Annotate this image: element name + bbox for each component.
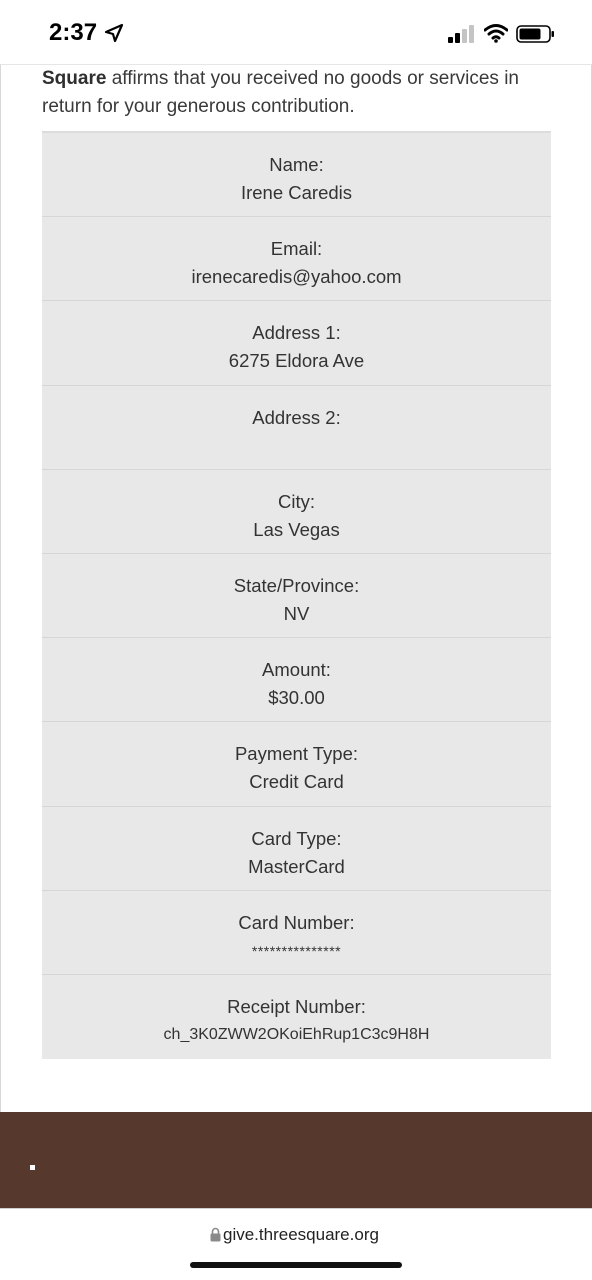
- payment-type-value: Credit Card: [249, 771, 344, 793]
- card-type-label: Card Type:: [251, 827, 342, 849]
- card-type-value: MasterCard: [248, 855, 345, 877]
- intro-brand: Square: [42, 68, 107, 89]
- receipt-row-card-number: Card Number: ***************: [42, 891, 551, 975]
- receipt-row-payment-type: Payment Type: Credit Card: [42, 722, 551, 807]
- cellular-signal-icon: [448, 25, 474, 43]
- city-label: City:: [278, 490, 315, 512]
- receipt-row-city: City: Las Vegas: [42, 470, 551, 554]
- receipt-number-value: ch_3K0ZWW2OKoiEhRup1C3c9H8H: [163, 1025, 430, 1043]
- url-text[interactable]: give.threesquare.org: [223, 1225, 379, 1245]
- state-value: NV: [283, 602, 310, 624]
- amount-value: $30.00: [268, 687, 325, 709]
- battery-icon: [516, 25, 554, 43]
- receipt-row-amount: Amount: $30.00: [42, 638, 551, 723]
- receipt-row-name: Name: Irene Caredis: [42, 133, 551, 218]
- payment-type-label: Payment Type:: [234, 743, 359, 765]
- card-number-value: ***************: [251, 942, 342, 959]
- city-value: Las Vegas: [253, 518, 340, 540]
- receipt-table: Name: Irene Caredis Email: irenecaredis@…: [42, 131, 551, 1060]
- footer-bullet: [30, 1165, 35, 1170]
- page-content: Square affirms that you received no good…: [0, 64, 592, 1210]
- receipt-row-email: Email: irenecaredis@yahoo.com: [42, 217, 551, 302]
- status-time: 2:37: [49, 19, 98, 46]
- wifi-icon: [484, 24, 508, 43]
- address2-value: [42, 432, 551, 460]
- home-indicator[interactable]: [190, 1262, 402, 1268]
- receipt-row-receipt-number: Receipt Number: ch_3K0ZWW2OKoiEhRup1C3c9…: [42, 975, 551, 1059]
- email-value: irenecaredis@yahoo.com: [191, 266, 402, 288]
- intro-body: affirms that you received no goods or se…: [42, 68, 519, 117]
- receipt-number-label: Receipt Number:: [227, 995, 366, 1017]
- lock-icon: [210, 1227, 221, 1242]
- location-arrow-icon: [104, 23, 124, 43]
- address1-label: Address 1:: [252, 322, 341, 344]
- name-label: Name:: [269, 154, 324, 175]
- address2-label: Address 2:: [252, 406, 341, 428]
- intro-text: Square affirms that you received no good…: [42, 65, 552, 121]
- address1-value: 6275 Eldora Ave: [228, 350, 365, 372]
- card-number-label: Card Number:: [238, 911, 355, 933]
- amount-label: Amount:: [262, 659, 331, 681]
- status-bar: 2:37: [0, 0, 592, 66]
- receipt-row-card-type: Card Type: MasterCard: [42, 807, 551, 891]
- receipt-row-address2: Address 2:: [42, 386, 551, 470]
- receipt-row-address1: Address 1: 6275 Eldora Ave: [42, 301, 551, 386]
- name-value: Irene Caredis: [240, 182, 353, 203]
- receipt-row-state: State/Province: NV: [42, 554, 551, 639]
- state-label: State/Province:: [233, 574, 360, 596]
- site-footer: [0, 1112, 592, 1208]
- email-label: Email:: [270, 238, 323, 260]
